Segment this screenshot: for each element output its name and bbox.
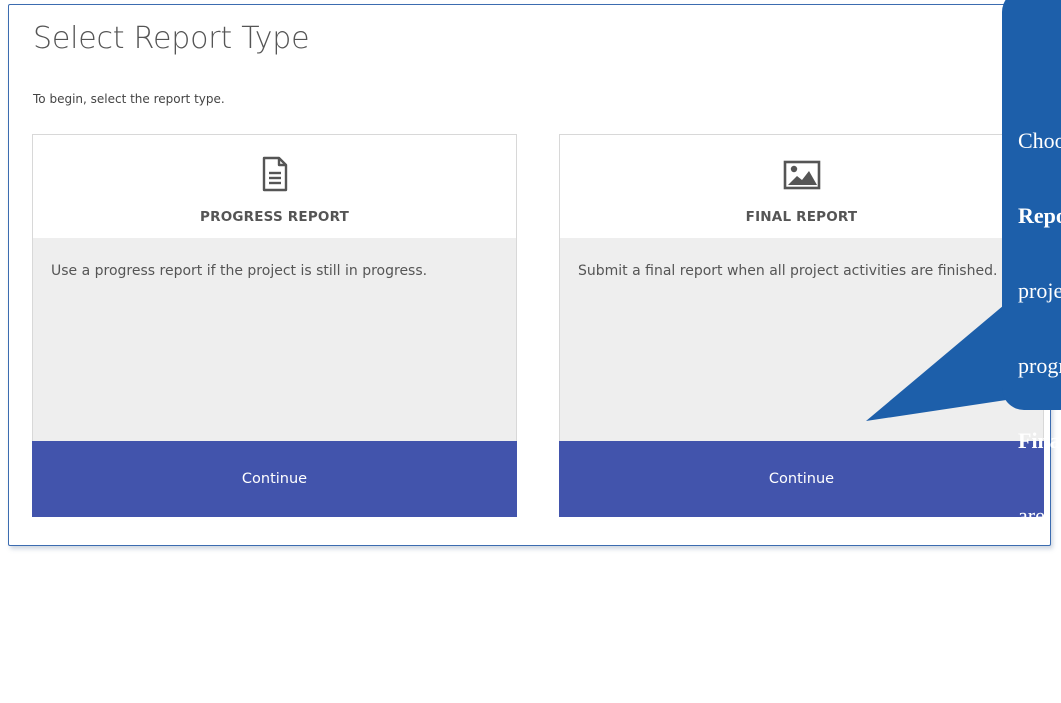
card-title: FINAL REPORT — [745, 209, 858, 225]
report-type-panel: Select Report Type To begin, select the … — [8, 4, 1051, 546]
page-subtitle: To begin, select the report type. — [33, 92, 225, 106]
callout-line: progress — [1018, 353, 1061, 378]
card-description: Use a progress report if the project is … — [51, 263, 428, 279]
callout-line: are — [1018, 503, 1045, 528]
card-header: FINAL REPORT — [560, 135, 1043, 239]
progress-report-card[interactable]: PROGRESS REPORT Use a progress report if… — [32, 134, 517, 517]
callout-line: Choose — [1018, 128, 1061, 153]
final-report-continue-button[interactable]: Continue — [559, 441, 1044, 517]
image-icon — [783, 160, 820, 190]
progress-report-continue-button[interactable]: Continue — [32, 441, 517, 517]
document-icon — [262, 156, 287, 192]
callout-line: Report — [1018, 203, 1061, 228]
card-body: Submit a final report when all project a… — [560, 238, 1043, 441]
card-body: Use a progress report if the project is … — [33, 238, 516, 441]
final-report-card[interactable]: FINAL REPORT Submit a final report when … — [559, 134, 1044, 517]
card-header: PROGRESS REPORT — [33, 135, 516, 239]
callout-line: Continue — [1018, 653, 1061, 678]
callout-line: Final — [1018, 428, 1061, 453]
callout-line: and — [1018, 578, 1050, 603]
page-title: Select Report Type — [33, 21, 310, 56]
card-description: Submit a final report when all project a… — [578, 263, 998, 279]
callout-text: Choose Report projects progress Final ar… — [1018, 78, 1061, 703]
callout-line: projects — [1018, 278, 1061, 303]
card-title: PROGRESS REPORT — [200, 209, 349, 225]
